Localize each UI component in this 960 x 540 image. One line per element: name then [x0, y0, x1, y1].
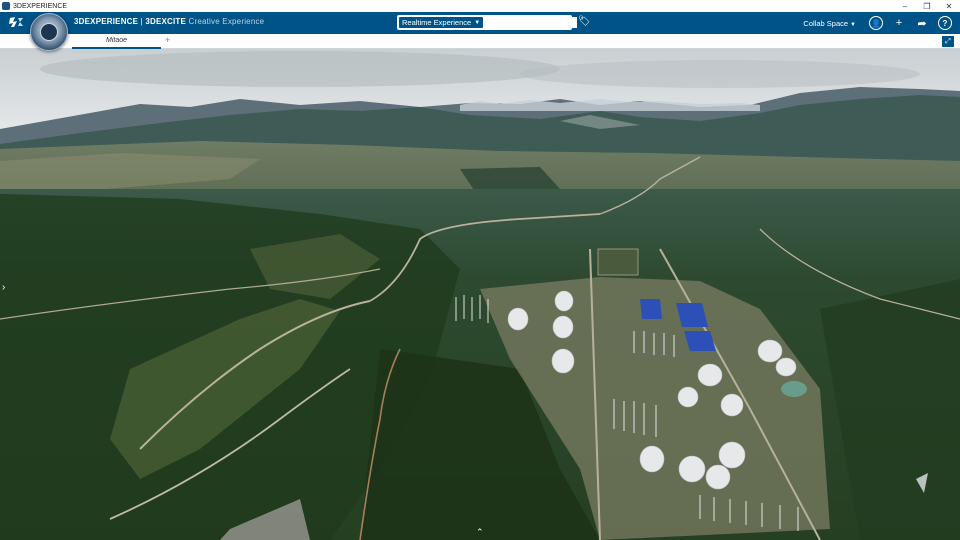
search-context-label: Realtime Experience [402, 18, 472, 27]
chevron-down-icon: ▼ [474, 19, 481, 26]
ds-logo-icon [9, 17, 23, 27]
tab-bar: Mitaoe + ⤢ [0, 34, 960, 49]
header-tools: Collab Space ▼ 👤 + ➦ ? [803, 14, 952, 32]
help-icon[interactable]: ? [938, 16, 952, 30]
plus-icon[interactable]: + [892, 16, 906, 30]
app-icon [2, 2, 10, 10]
expand-icon[interactable]: ⤢ [942, 36, 954, 47]
expand-left-panel-icon[interactable]: › [2, 282, 5, 293]
compass-icon[interactable] [30, 13, 68, 51]
app-header: 3DEXPERIENCE | 3DEXCITE Creative Experie… [0, 12, 960, 34]
compass-center[interactable] [40, 23, 58, 41]
brand-app: 3DEXCITE [145, 17, 187, 26]
collab-space-label: Collab Space [803, 18, 849, 28]
3d-viewport[interactable]: › ⌃ [0, 49, 960, 540]
collab-space-dropdown[interactable]: Collab Space ▼ [803, 19, 856, 28]
expand-bottom-panel-icon[interactable]: ⌃ [476, 527, 484, 538]
chevron-down-icon: ▼ [850, 21, 856, 28]
share-icon[interactable]: ➦ [915, 16, 929, 30]
os-title-bar: 3DEXPERIENCE – ❐ ✕ [0, 0, 960, 12]
pond [781, 381, 807, 397]
search-context-dropdown[interactable]: Realtime Experience ▼ [399, 17, 484, 28]
app-brand: 3DEXPERIENCE | 3DEXCITE Creative Experie… [74, 17, 264, 26]
brand-main: 3DEXPERIENCE [74, 17, 139, 26]
close-button[interactable]: ✕ [938, 0, 960, 12]
tag-icon[interactable]: 🏷 [578, 16, 591, 27]
search-bar: Realtime Experience ▼ ⚲ [397, 15, 584, 30]
window-title: 3DEXPERIENCE [13, 2, 68, 10]
add-tab-button[interactable]: + [165, 35, 170, 45]
terrain-scene [0, 49, 960, 540]
tab-mitaoe[interactable]: Mitaoe [72, 34, 161, 49]
user-icon[interactable]: 👤 [869, 16, 883, 30]
brand-sub: Creative Experience [186, 17, 265, 26]
minimize-button[interactable]: – [894, 0, 916, 12]
restore-button[interactable]: ❐ [916, 0, 938, 12]
search-input[interactable] [486, 17, 578, 28]
